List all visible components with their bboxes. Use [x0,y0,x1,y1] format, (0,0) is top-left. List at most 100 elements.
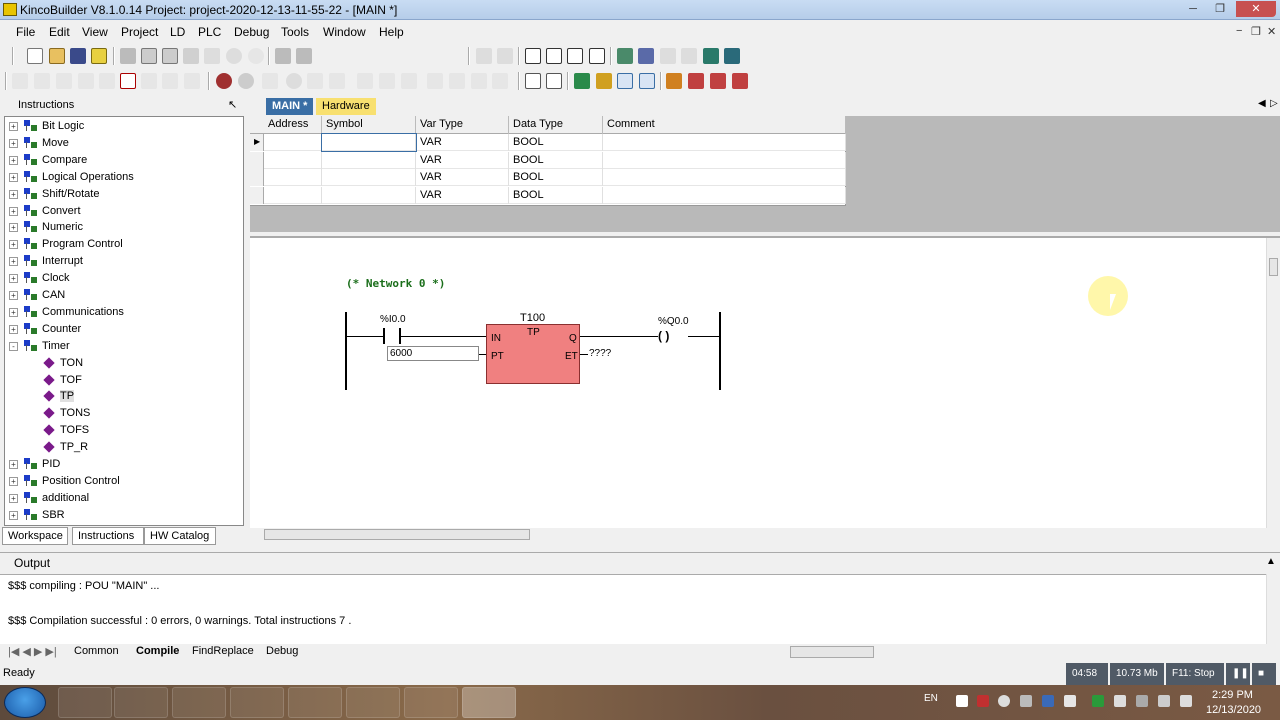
box-icon[interactable] [120,73,136,89]
brackets-icon[interactable] [141,73,157,89]
cancel-icon[interactable] [286,73,302,89]
read-icon[interactable] [401,73,417,89]
expand-icon[interactable]: + [9,138,18,148]
tab-instructions[interactable]: Instructions [72,527,144,545]
pause-icon[interactable]: ❚❚ [1226,663,1250,685]
instruction-tree[interactable]: + Bit Logic + Move + Compare + Logical Operatio… [4,116,244,526]
tree-item[interactable]: TP_R [5,439,243,456]
compile-all-icon[interactable] [567,48,583,64]
check-icon[interactable] [525,48,541,64]
contact-left-bar[interactable] [383,328,385,344]
tree-item[interactable]: + CAN [5,287,243,304]
contact-address[interactable]: %I0.0 [380,314,406,325]
cell-symbol[interactable] [322,186,416,204]
expand-icon[interactable]: + [9,223,18,233]
block-instance-name[interactable]: T100 [520,312,545,324]
table-row[interactable]: VAR BOOL [250,169,846,187]
download-icon[interactable] [589,48,605,64]
paste-icon[interactable] [162,48,178,64]
clock-date[interactable]: 12/13/2020 [1206,704,1261,716]
restore-button[interactable]: ❐ [1207,1,1233,17]
tree-item[interactable]: + Logical Operations [5,169,243,186]
output-vertical-scrollbar[interactable] [1266,574,1280,644]
row-header[interactable] [250,186,264,204]
tree-item[interactable]: + Numeric [5,219,243,236]
print-icon[interactable] [204,48,220,64]
unlock-icon[interactable] [681,48,697,64]
pin-icon[interactable]: ↖ [228,98,237,111]
expand-icon[interactable] [732,73,748,89]
tab-compile[interactable]: Compile [136,645,179,657]
wire-icon[interactable] [184,73,200,89]
start-button[interactable] [4,687,46,718]
tray-camera-icon[interactable] [998,695,1010,707]
force-icon[interactable] [307,73,323,89]
tab-debug[interactable]: Debug [266,645,298,657]
cell-address[interactable] [264,151,322,169]
clock-time[interactable]: 2:29 PM [1212,689,1253,701]
hand4-icon[interactable] [492,73,508,89]
et-output-value[interactable]: ???? [589,348,611,359]
tp-function-block[interactable]: TP IN PT Q ET [486,324,580,384]
cell-data-type[interactable]: BOOL [509,151,603,169]
header-data-type[interactable]: Data Type [509,116,603,134]
redo-icon[interactable] [248,48,264,64]
expand-icon[interactable]: + [9,476,18,486]
header-var-type[interactable]: Var Type [416,116,509,134]
expand-icon[interactable]: + [9,122,18,131]
tray-window-icon[interactable] [1020,695,1032,707]
row-header[interactable] [250,169,264,187]
tree-item[interactable]: TONS [5,405,243,422]
tree-item[interactable]: TOF [5,372,243,389]
table-row[interactable]: VAR BOOL [250,186,846,204]
clipboard-icon[interactable] [183,48,199,64]
undo-icon[interactable] [226,48,242,64]
stop-square-icon[interactable]: ■ [1252,663,1276,685]
contact-n-icon[interactable] [78,73,94,89]
tree-item[interactable]: + PID [5,456,243,473]
pt-value-input[interactable]: 6000 [387,346,479,361]
coil-address[interactable]: %Q0.0 [658,316,689,327]
tab-main[interactable]: MAIN * [266,98,314,115]
open-folder-icon[interactable] [49,48,65,64]
battery-icon[interactable] [1158,695,1170,707]
expand-icon[interactable]: + [9,155,18,165]
hand2-icon[interactable] [449,73,465,89]
cell-var-type[interactable]: VAR [416,151,509,169]
tab-scroll-left-icon[interactable]: ◀ [1258,98,1266,109]
expand-icon[interactable]: + [9,206,18,216]
chrome-icon[interactable] [172,687,226,718]
move-icon[interactable] [710,73,726,89]
tree-item[interactable]: + SBR [5,507,243,524]
monitor-icon[interactable] [638,48,654,64]
tree-item[interactable]: + Position Control [5,473,243,490]
explorer-icon[interactable] [230,687,284,718]
kincobuilder-taskbar-icon[interactable] [462,687,516,718]
collapse-icon[interactable]: - [9,341,18,351]
menu-view[interactable]: View [82,25,108,39]
tray-nvidia-icon[interactable] [1092,695,1104,707]
table-row[interactable]: ▶ VAR BOOL [250,133,846,152]
tab-close-icon[interactable]: ▷ [1270,98,1278,109]
cell-symbol[interactable] [322,169,416,187]
tree-item[interactable]: TON [5,355,243,372]
tree-item[interactable]: TP [5,388,243,405]
expand-icon[interactable]: + [9,493,18,503]
unforce-icon[interactable] [329,73,345,89]
cell-data-type[interactable]: BOOL [509,186,603,204]
expand-icon[interactable]: + [9,324,18,334]
run-icon[interactable] [703,48,719,64]
table-row[interactable]: VAR BOOL [250,151,846,169]
ie-icon[interactable] [58,687,112,718]
menu-edit[interactable]: Edit [49,25,70,39]
save-icon[interactable] [70,48,86,64]
menu-tools[interactable]: Tools [281,25,309,39]
new-file-icon[interactable] [27,48,43,64]
expand-icon[interactable]: + [9,460,18,469]
expand-icon[interactable]: + [9,189,18,199]
header-address[interactable]: Address [250,116,322,134]
tree-item[interactable]: + additional [5,490,243,507]
output-pin-icon[interactable]: ▲ [1266,556,1276,567]
expand-icon[interactable]: + [9,240,18,250]
cell-address[interactable] [264,134,322,151]
